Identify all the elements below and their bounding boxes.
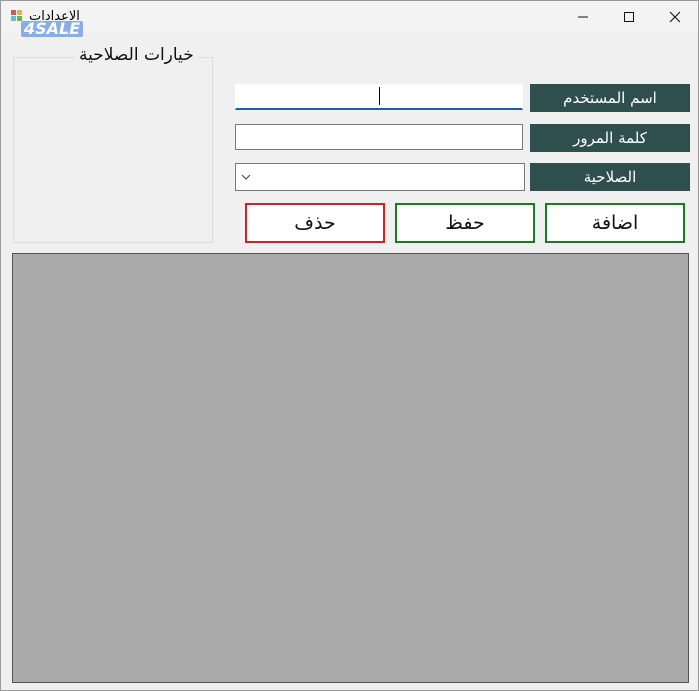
add-button[interactable]: اضافة — [545, 203, 685, 243]
permission-options-group — [13, 57, 213, 243]
username-label: اسم المستخدم — [530, 84, 690, 112]
settings-window: الاعدادات 4SALE خيارات الصلاحية اسم المس… — [0, 0, 699, 691]
maximize-icon — [624, 12, 634, 22]
role-label: الصلاحية — [530, 163, 690, 191]
title-bar[interactable]: الاعدادات 4SALE — [1, 1, 698, 37]
maximize-button[interactable] — [606, 1, 652, 33]
save-button[interactable]: حفظ — [395, 203, 535, 243]
password-input[interactable] — [235, 124, 523, 150]
chevron-down-icon — [241, 174, 251, 180]
watermark-logo: 4SALE — [21, 21, 84, 37]
close-button[interactable] — [652, 1, 698, 33]
minimize-button[interactable] — [560, 1, 606, 33]
text-caret — [379, 87, 380, 105]
permission-options-title: خيارات الصلاحية — [75, 45, 198, 65]
role-select[interactable] — [235, 163, 525, 191]
minimize-icon — [578, 16, 588, 18]
delete-button[interactable]: حذف — [245, 203, 385, 243]
password-label: كلمة المرور — [530, 124, 690, 152]
users-data-grid[interactable] — [12, 253, 689, 683]
close-icon — [669, 11, 681, 23]
